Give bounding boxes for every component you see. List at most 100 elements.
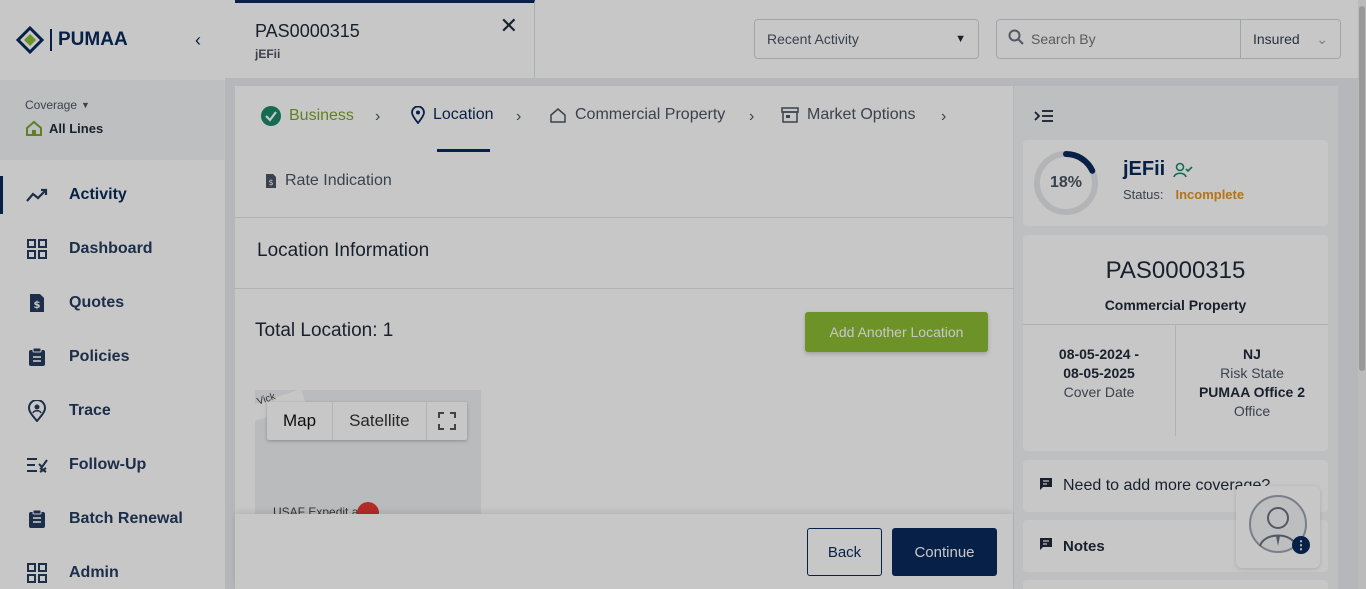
cover-date: 08-05-2024 - 08-05-2025 Cover Date [1023,345,1175,402]
store-icon [781,107,799,123]
message-icon [1039,477,1053,496]
chevron-down-icon: ▼ [81,100,90,110]
risk-info: NJ Risk State PUMAA Office 2 Office [1176,345,1328,421]
sidebar-item-admin[interactable]: Admin [0,546,225,589]
checklist-icon [26,454,48,476]
step-commercial-property[interactable]: Commercial Property [549,106,725,124]
status-label: Status: [1123,187,1164,202]
file-dollar-icon: $ [26,292,48,314]
sidebar-item-label: Admin [69,564,119,581]
insured-name: jEFii [1123,158,1166,180]
cover-date-label: Cover Date [1063,384,1135,400]
chevron-right-icon: › [375,108,381,125]
check-circle-icon [261,106,281,126]
top-bar: PAS0000315 jEFii ✕ Recent Activity ▼ Ins… [225,0,1366,78]
office-label: Office [1233,403,1271,419]
file-dollar-icon: $ [265,173,277,189]
policy-line: Commercial Property [1104,297,1247,313]
chevron-down-icon: ⌄ [1316,30,1328,47]
caret-down-icon: ▼ [955,33,966,45]
user-check-icon [1173,162,1193,177]
scrollbar-thumb[interactable] [1359,6,1365,371]
more-icon[interactable]: ⋮ [1292,536,1310,554]
form-footer: Back Continue [235,514,1013,589]
chevron-right-icon: › [516,108,522,125]
sidebar-item-label: Follow-Up [69,456,147,473]
sidebar-item-dashboard[interactable]: Dashboard [0,222,225,276]
back-button[interactable]: Back [807,528,882,576]
sidebar-item-trace[interactable]: Trace [0,384,225,438]
recent-activity-dropdown[interactable]: Recent Activity ▼ [754,19,979,59]
grid-icon [26,562,48,584]
logo-mark-icon [16,26,44,54]
status-badge: Incomplete [1175,187,1245,202]
sidebar-item-activity[interactable]: Activity [0,168,225,222]
map-type-control: Map Satellite [267,402,467,440]
risk-state: NJ [1243,346,1261,362]
clipboard-icon [26,346,48,368]
sidebar-item-label: Trace [69,402,111,419]
progress-percent: 18% [1049,174,1083,191]
tab-policy[interactable]: PAS0000315 jEFii ✕ [235,0,535,78]
location-pin-icon [411,106,425,124]
search-filter-select[interactable]: Insured ⌄ [1240,20,1340,58]
map[interactable]: Vick Map Satellite USAF Expedit ary [255,390,481,520]
section-title: Location Information [235,218,1013,289]
collapse-sidebar-icon[interactable]: ‹ [195,30,211,50]
step-market-options[interactable]: Market Options [781,106,915,124]
office: PUMAA Office 2 [1198,384,1306,400]
step-label: Business [289,107,354,124]
message-icon [1039,537,1053,555]
risk-state-label: Risk State [1220,365,1284,381]
sidebar-nav: Activity Dashboard $ Quotes Policies Tra… [0,168,225,589]
sidebar-item-batch-renewal[interactable]: Batch Renewal [0,492,225,546]
scrollbar[interactable] [1358,0,1366,589]
search-bar: Insured ⌄ [996,19,1341,59]
assistant-avatar[interactable]: ⋮ [1236,486,1320,568]
tab-subtitle: jEFii [255,47,281,61]
step-label: Market Options [807,106,916,123]
clipboard-list-icon [26,508,48,530]
satellite-view-button[interactable]: Satellite [333,402,427,440]
svg-text:$: $ [268,178,273,187]
trend-icon [26,184,48,206]
search-filter-value: Insured [1253,31,1300,47]
sidebar-item-label: Activity [69,186,127,203]
sidebar-item-label: Dashboard [69,240,153,257]
step-navigation: Business › Location › Commercial Propert… [235,86,1013,218]
step-rate-indication[interactable]: $ Rate Indication [265,172,392,190]
house-icon [26,120,42,136]
sidebar-item-label: Batch Renewal [69,510,183,527]
status-card: 18% jEFii Status: Incomplete [1023,140,1328,226]
sidebar-item-quotes[interactable]: $ Quotes [0,276,225,330]
close-icon[interactable]: ✕ [500,13,518,39]
collapse-panel-icon[interactable] [1034,108,1054,129]
coverage-selector[interactable]: Coverage ▼ All Lines [0,80,225,160]
sidebar-item-follow-up[interactable]: Follow-Up [0,438,225,492]
policy-card: PAS0000315 Commercial Property 08-05-202… [1023,235,1328,451]
sidebar-item-label: Policies [69,348,130,365]
tab-title: PAS0000315 [255,21,360,41]
step-label: Rate Indication [285,172,392,189]
sidebar-item-policies[interactable]: Policies [0,330,225,384]
step-label: Commercial Property [575,106,726,123]
add-location-button[interactable]: Add Another Location [805,312,988,352]
step-location[interactable]: Location [411,106,494,124]
active-step-indicator [437,149,490,152]
sidebar-item-label: Quotes [69,294,125,311]
search-icon [997,29,1027,50]
continue-button[interactable]: Continue [892,528,997,576]
coverage-value: All Lines [49,120,104,136]
step-business[interactable]: Business [261,106,354,126]
sidebar: PUMAA ‹ Coverage ▼ All Lines Activity Da… [0,0,225,589]
cover-date-end: 08-05-2025 [1063,365,1135,381]
chevron-right-icon: › [749,108,755,125]
map-view-button[interactable]: Map [267,402,334,440]
cover-date-start: 08-05-2024 - [1058,346,1140,362]
fullscreen-icon[interactable] [427,402,467,440]
logo: PUMAA ‹ [0,0,225,80]
agent-avatar-icon [1249,495,1307,553]
search-input[interactable] [1027,31,1240,47]
policy-number: PAS0000315 [1105,257,1246,284]
chevron-right-icon: › [941,108,947,125]
